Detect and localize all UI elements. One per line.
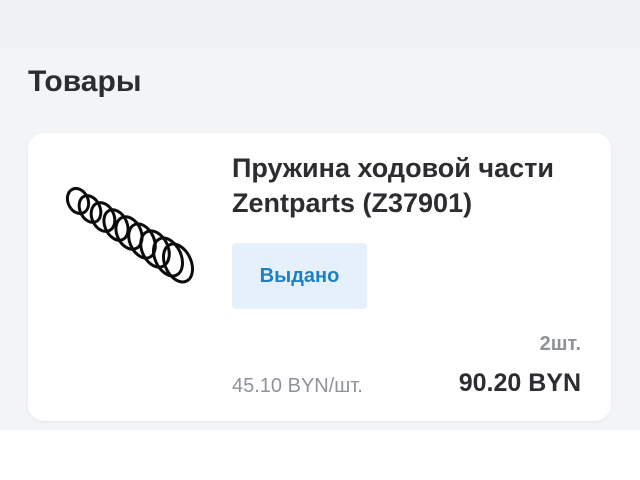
total-price: 90.20 BYN: [458, 369, 581, 397]
coil-spring-icon: [65, 186, 195, 284]
top-band: [0, 0, 640, 48]
product-name[interactable]: Пружина ходовой части Zentparts (Z37901): [232, 151, 592, 221]
section-title: Товары: [28, 65, 142, 98]
status-label: Выдано: [259, 264, 340, 287]
status-badge: Выдано: [232, 243, 367, 309]
bottom-band: [0, 430, 640, 480]
unit-price: 45.10 BYN/шт.: [232, 375, 363, 397]
product-image: [58, 173, 198, 293]
product-card[interactable]: Пружина ходовой части Zentparts (Z37901)…: [28, 133, 611, 421]
quantity-label: 2шт.: [539, 333, 581, 355]
